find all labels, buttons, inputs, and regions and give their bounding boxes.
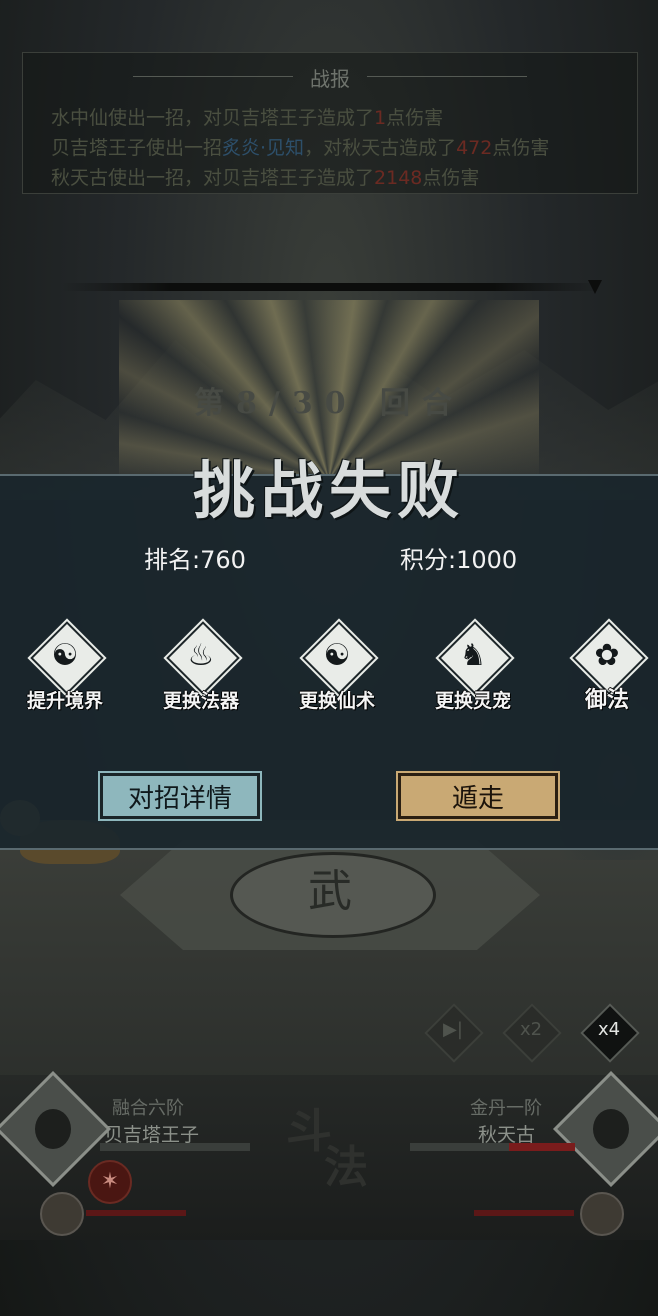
gourd-icon: ♨ — [187, 638, 215, 673]
duel-char: 法 — [324, 1142, 368, 1193]
divider — [367, 76, 527, 77]
speed-label: x2 — [519, 1019, 543, 1040]
rank-value: 排名:760 — [144, 546, 246, 574]
left-hp-bar — [100, 1143, 250, 1151]
right-hp-bar — [410, 1143, 575, 1151]
speed-label: x4 — [597, 1019, 621, 1040]
option-control-magic[interactable]: ✿ 御法 — [552, 621, 658, 726]
log-text: 点伤害 — [386, 107, 444, 129]
option-upgrade-realm[interactable]: ☯ 提升境界 — [10, 621, 120, 726]
left-mana-bar — [86, 1210, 186, 1216]
left-fighter-realm: 融合六阶 — [112, 1098, 184, 1119]
log-text: 点伤害 — [422, 167, 480, 189]
arena-glyph: 武 — [308, 866, 352, 917]
log-damage: 472 — [456, 137, 493, 159]
dragon-icon: ♞ — [459, 638, 487, 673]
yinyang-icon: ☯ — [323, 638, 351, 673]
right-fighter-realm: 金丹一阶 — [470, 1098, 542, 1119]
log-skill: 炙炎·见知 — [222, 137, 305, 159]
log-entry: 贝吉塔王子使出一招炙炎·见知，对秋天古造成了472点伤害 — [51, 133, 549, 160]
option-label: 御法 — [584, 687, 629, 713]
right-mana-bar — [474, 1210, 574, 1216]
log-entry: 水中仙使出一招，对贝吉塔王子造成了1点伤害 — [51, 103, 443, 130]
log-damage: 2148 — [374, 167, 423, 189]
battle-log-header: 战报 — [23, 63, 637, 91]
speed-x4-button[interactable]: x4 — [580, 1003, 640, 1063]
speed-x2-button[interactable]: x2 — [502, 1003, 562, 1063]
log-text: ，对秋天古造成了 — [304, 137, 457, 159]
round-counter: 第8/30 回合 — [193, 386, 465, 421]
avatar — [593, 1109, 629, 1149]
option-label: 提升境界 — [26, 690, 103, 712]
log-text: 秋天古使出一招，对贝吉塔王子造成了 — [51, 167, 375, 189]
avatar — [35, 1109, 71, 1149]
log-text: 贝吉塔王子使出一招 — [51, 137, 223, 159]
pet-avatar — [40, 1192, 84, 1236]
flower-icon: ✿ — [594, 638, 620, 673]
flee-button[interactable]: 遁走 — [398, 773, 558, 819]
log-text: 水中仙使出一招，对贝吉塔王子造成了 — [51, 107, 375, 129]
option-label: 更换仙术 — [298, 690, 375, 712]
skip-button[interactable]: ▶| — [424, 1003, 484, 1063]
option-label: 更换灵宠 — [434, 690, 511, 712]
buff-icon[interactable]: ✶ — [88, 1160, 132, 1204]
score-value: 积分:1000 — [400, 546, 518, 574]
chevron-down-icon[interactable] — [588, 280, 602, 294]
result-title: 挑战失败 — [192, 454, 465, 527]
collapse-bar[interactable] — [62, 283, 602, 291]
mouse-icon: ☯ — [51, 638, 79, 673]
duel-label: 斗 法 — [284, 1095, 384, 1193]
log-entry: 秋天古使出一招，对贝吉塔王子造成了2148点伤害 — [51, 163, 479, 190]
pet-avatar — [580, 1192, 624, 1236]
right-hp-fill — [509, 1143, 575, 1151]
battle-log-title: 战报 — [310, 67, 350, 91]
battle-log: 战报 水中仙使出一招，对贝吉塔王子造成了1点伤害 贝吉塔王子使出一招炙炎·见知，… — [22, 52, 638, 194]
option-change-spell[interactable]: ☯ 更换仙术 — [282, 621, 392, 726]
option-change-artifact[interactable]: ♨ 更换法器 — [146, 621, 256, 726]
battle-detail-button[interactable]: 对招详情 — [100, 773, 260, 819]
skip-icon: ▶| — [443, 1019, 463, 1040]
option-change-pet[interactable]: ♞ 更换灵宠 — [418, 621, 528, 726]
log-damage: 1 — [374, 107, 387, 129]
log-text: 点伤害 — [492, 137, 550, 159]
option-label: 更换法器 — [162, 690, 239, 712]
